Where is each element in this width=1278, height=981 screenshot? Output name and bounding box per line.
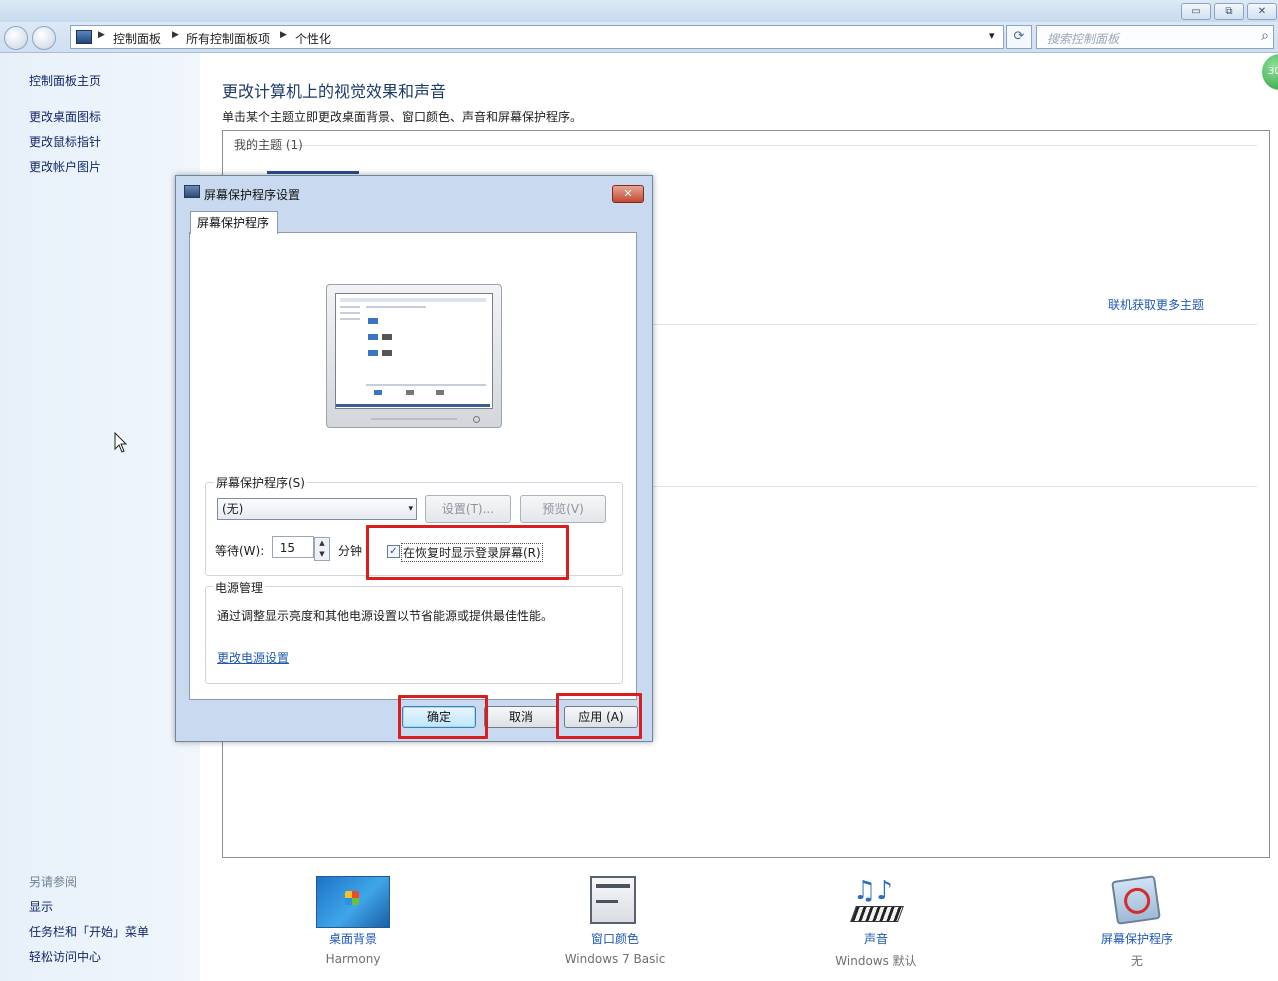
- screensaver-value: 无: [1130, 954, 1143, 968]
- breadcrumb-arrow-icon: ▶: [98, 30, 105, 40]
- desktop-background-item[interactable]: 桌面背景 Harmony: [278, 876, 428, 976]
- screensaver-preview-monitor: [326, 284, 502, 428]
- breadcrumb-control-panel[interactable]: 控制面板: [113, 30, 161, 47]
- search-icon[interactable]: ⌕: [1261, 28, 1269, 44]
- desktop-background-icon: [316, 876, 390, 928]
- monitor-power-icon: [473, 416, 480, 423]
- forward-button[interactable]: [32, 26, 56, 50]
- power-description: 通过调整显示亮度和其他电源设置以节省能源或提供最佳性能。: [217, 609, 554, 623]
- tab-screensaver[interactable]: 屏幕保护程序: [190, 211, 278, 234]
- address-bar[interactable]: ▶ 控制面板 ▶ 所有控制面板项 ▶ 个性化 ▾: [70, 25, 1004, 49]
- maximize-button[interactable]: ⧉: [1214, 3, 1244, 20]
- sound-value: Windows 默认: [835, 954, 917, 968]
- control-panel-icon: [76, 30, 92, 44]
- sidebar-item-account-picture[interactable]: 更改帐户图片: [29, 158, 101, 175]
- close-icon: ✕: [623, 187, 633, 200]
- sound-label: 声音: [863, 932, 888, 946]
- refresh-icon: ⟳: [1013, 29, 1025, 44]
- screensaver-preview-button[interactable]: 预览(V): [520, 495, 606, 523]
- preview-screen: [335, 293, 493, 409]
- page-subtitle: 单击某个主题立即更改桌面背景、窗口颜色、声音和屏幕保护程序。: [222, 110, 583, 124]
- search-placeholder: 搜索控制面板: [1047, 32, 1120, 46]
- window-color-value: Windows 7 Basic: [564, 952, 666, 966]
- see-also-display[interactable]: 显示: [29, 898, 53, 915]
- screensaver-selected-value: (无): [222, 502, 244, 516]
- breadcrumb-arrow-icon: ▶: [172, 30, 179, 40]
- breadcrumb-personalization[interactable]: 个性化: [295, 30, 331, 47]
- navigation-bar: ▶ 控制面板 ▶ 所有控制面板项 ▶ 个性化 ▾ ⟳ 搜索控制面板 ⌕: [0, 22, 1278, 53]
- window-bar-icon: [596, 884, 630, 888]
- desktop-background-label: 桌面背景: [328, 932, 377, 946]
- power-group-title: 电源管理: [213, 579, 266, 596]
- screensaver-item[interactable]: 屏幕保护程序 无: [1062, 875, 1212, 976]
- no-sign-icon: [1122, 886, 1152, 916]
- page-title: 更改计算机上的视觉效果和声音: [222, 82, 447, 101]
- highlight-box-resume-option: [366, 525, 569, 580]
- divider: [233, 145, 1257, 146]
- breadcrumb-all-items[interactable]: 所有控制面板项: [186, 30, 270, 47]
- selected-theme-thumbnail[interactable]: [267, 171, 359, 174]
- window-title-bar: ▭ ⧉ ✕: [0, 0, 1278, 22]
- minimize-button[interactable]: ▭: [1181, 3, 1211, 20]
- floating-badge[interactable]: 30: [1262, 54, 1278, 90]
- sound-item[interactable]: ♫♪ 声音 Windows 默认: [801, 876, 951, 976]
- dialog-close-button[interactable]: ✕: [612, 185, 644, 203]
- screensaver-icon: [1111, 875, 1161, 925]
- highlight-box-ok: [398, 695, 488, 739]
- monitor-stand: [371, 418, 457, 420]
- see-also-ease-of-access[interactable]: 轻松访问中心: [29, 948, 101, 965]
- wait-label: 等待(W):: [215, 544, 265, 558]
- minimize-icon: ▭: [1191, 6, 1201, 17]
- piano-keys-icon: [850, 906, 904, 922]
- screensaver-select[interactable]: (无) ▾: [217, 498, 417, 520]
- windows-logo-icon: [345, 891, 359, 905]
- sidebar-item-desktop-icons[interactable]: 更改桌面图标: [29, 108, 101, 125]
- window-bar-icon: [596, 900, 618, 903]
- screensaver-label: 屏幕保护程序: [1100, 932, 1173, 946]
- wait-spinner[interactable]: ▲ ▼: [314, 537, 330, 561]
- highlight-box-apply: [556, 693, 642, 739]
- spin-down-icon[interactable]: ▼: [315, 549, 329, 560]
- chevron-down-icon: ▾: [408, 504, 413, 514]
- search-input[interactable]: 搜索控制面板 ⌕: [1036, 25, 1274, 49]
- mouse-cursor-icon: [114, 432, 128, 453]
- window-color-label: 窗口颜色: [590, 932, 639, 946]
- restore-icon: ⧉: [1225, 6, 1233, 17]
- get-more-themes-link[interactable]: 联机获取更多主题: [1108, 296, 1204, 313]
- badge-text: 30: [1268, 66, 1278, 77]
- divider: [651, 324, 1257, 325]
- screensaver-group-title: 屏幕保护程序(S): [214, 474, 307, 491]
- sidebar: 控制面板主页 更改桌面图标 更改鼠标指针 更改帐户图片 另请参阅 显示 任务栏和…: [0, 53, 200, 981]
- my-themes-heading: 我的主题 (1): [234, 138, 303, 152]
- cancel-button[interactable]: 取消: [484, 706, 558, 728]
- address-dropdown-icon[interactable]: ▾: [989, 29, 995, 42]
- desktop-background-value: Harmony: [325, 952, 381, 966]
- back-button[interactable]: [4, 26, 28, 50]
- refresh-button[interactable]: ⟳: [1006, 25, 1032, 49]
- power-management-group: [205, 586, 623, 684]
- dialog-title: 屏幕保护程序设置: [204, 188, 301, 202]
- see-also-taskbar[interactable]: 任务栏和「开始」菜单: [29, 923, 149, 940]
- see-also-title: 另请参阅: [29, 875, 78, 889]
- wait-unit: 分钟: [338, 544, 363, 558]
- dialog-monitor-icon: [184, 185, 200, 198]
- window-color-icon: [590, 876, 636, 924]
- screensaver-settings-button[interactable]: 设置(T)...: [425, 495, 511, 523]
- close-button[interactable]: ✕: [1247, 3, 1277, 20]
- breadcrumb-arrow-icon: ▶: [280, 30, 287, 40]
- close-icon: ✕: [1257, 6, 1267, 17]
- window-color-item[interactable]: 窗口颜色 Windows 7 Basic: [540, 876, 690, 976]
- sidebar-item-mouse-pointer[interactable]: 更改鼠标指针: [29, 133, 101, 150]
- sound-icon: ♫♪: [850, 876, 904, 924]
- screensaver-settings-dialog: 屏幕保护程序设置 ✕ 屏幕保护程序 屏幕保护程序(S) (无) ▾ 设置(T).…: [175, 175, 653, 742]
- wait-minutes-input[interactable]: 15: [272, 536, 314, 558]
- spin-up-icon[interactable]: ▲: [315, 538, 329, 549]
- change-power-settings-link[interactable]: 更改电源设置: [217, 649, 289, 666]
- divider: [651, 486, 1257, 487]
- sidebar-home-link[interactable]: 控制面板主页: [29, 72, 101, 89]
